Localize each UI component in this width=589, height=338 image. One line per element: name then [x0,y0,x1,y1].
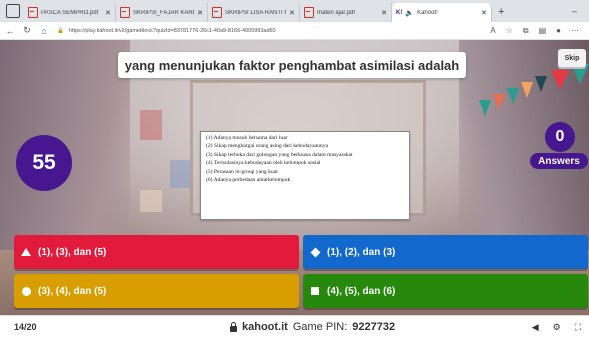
diamond-icon [310,247,320,257]
statement-line: (1) Adanya musuh bersama dari luar [206,135,288,141]
new-tab-button[interactable]: + [498,6,504,18]
browser-tab-bar: PASCA SEMPRO.pdf ✕ SKRIPSI_FAJAR KARENA … [0,0,589,22]
background-poster [140,190,162,212]
game-stage: yang menunjukan faktor penghambat asimil… [0,40,589,315]
home-icon[interactable]: ⌂ [37,26,51,36]
answer-label: (3), (4), dan (5) [38,285,107,297]
answer-label: (1), (3), dan (5) [38,246,107,258]
browser-tab[interactable]: SKRIPSI_FAJAR KARENA SAL ✕ [116,3,208,22]
lock-icon [230,321,237,332]
close-tab-icon[interactable]: ✕ [289,9,295,17]
url-field[interactable]: 🔒 https://play.kahoot.it/v2/gameblock?qu… [57,24,437,37]
triangle-icon [21,248,31,256]
statement-line: (6) Adanya perbedaan antarkelompok [206,177,291,184]
browser-tab[interactable]: SKRIPSI LISA RANTI MARDIN ✕ [208,3,300,22]
square-icon [311,287,319,295]
minimize-button[interactable]: – [572,6,577,16]
answers-count: 0 [545,122,575,152]
circle-icon [21,286,31,296]
close-tab-icon[interactable]: ✕ [381,9,387,17]
answer-blue-button[interactable]: (1), (2), dan (3) [303,235,588,269]
answer-yellow-button[interactable]: (3), (4), dan (5) [14,274,299,308]
game-footer: 14/20 kahoot.it Game PIN: 9227732 ◀ ⚙ ⛶ [0,315,589,338]
tab-title: Kahoot! [417,9,438,16]
tab-title: SKRIPSI_FAJAR KARENA SAL [133,9,194,16]
kahoot-brand: kahoot.it [242,321,288,333]
browser-tab-active[interactable]: K! 🔈 Kahoot! ✕ [392,3,492,22]
close-tab-icon[interactable]: ✕ [481,9,487,17]
profile-icon[interactable]: ● [556,26,561,36]
browser-tab[interactable]: materi ajar.pdf ✕ [300,3,392,22]
question-image: (1) Adanya musuh bersama dari luar (2) S… [200,131,410,220]
close-tab-icon[interactable]: ✕ [197,9,203,17]
collections-icon[interactable]: ▤ [539,26,547,36]
pin-label: Game PIN: [292,321,348,333]
statement-line: (4) Terisolasinya kebudayaan oleh kelomp… [206,160,321,167]
tab-title: materi ajar.pdf [317,9,356,16]
answers-label: Answers [530,153,588,169]
tab-title: PASCA SEMPRO.pdf [41,9,99,16]
pdf-icon [28,7,38,18]
pdf-icon [304,7,314,18]
back-icon[interactable]: ← [3,26,17,36]
volume-icon[interactable]: ◀ [532,322,539,333]
extensions-icon[interactable]: ⧉ [523,26,529,36]
question-progress: 14/20 [14,322,37,332]
pdf-icon [120,7,130,18]
kahoot-favicon-icon: K! [396,9,403,16]
more-icon[interactable]: ⋯ [571,26,579,36]
statement-line: (2) Sikap menghargai orang asing dari ke… [206,143,328,150]
answer-label: (4), (5), dan (6) [327,285,396,297]
pdf-icon [212,7,222,18]
countdown-timer: 55 [16,135,72,191]
read-aloud-icon[interactable]: A [490,26,495,36]
window-menu-icon[interactable] [6,4,20,18]
statement-line: (3) Sikap terbuka dari golongan yang ber… [206,151,353,158]
statement-line: (5) Perasaan in-group yang kuat [206,168,278,175]
settings-icon[interactable]: ⚙ [553,322,561,333]
answer-label: (1), (2), dan (3) [327,246,396,258]
question-title: yang menunjukan faktor penghambat asimil… [118,52,466,78]
speaker-icon[interactable]: 🔈 [405,9,414,17]
browser-tab[interactable]: PASCA SEMPRO.pdf ✕ [24,3,116,22]
url-text: https://play.kahoot.it/v2/gameblock?quiz… [68,27,276,34]
tab-title: SKRIPSI LISA RANTI MARDIN [225,9,286,16]
skip-button[interactable]: Skip [558,49,586,67]
background-poster [140,110,162,140]
address-bar: ← ↻ ⌂ 🔒 https://play.kahoot.it/v2/gamebl… [0,22,589,40]
fullscreen-icon[interactable]: ⛶ [575,322,581,333]
background-poster [170,160,190,188]
lock-icon: 🔒 [57,27,64,34]
favorite-icon[interactable]: ☆ [506,26,513,36]
reload-icon[interactable]: ↻ [20,25,34,36]
answer-red-button[interactable]: (1), (3), dan (5) [14,235,299,269]
game-pin: 9227732 [352,321,396,333]
answer-green-button[interactable]: (4), (5), dan (6) [303,274,588,308]
game-pin-info: kahoot.it Game PIN: 9227732 [230,321,395,333]
close-tab-icon[interactable]: ✕ [105,9,111,17]
